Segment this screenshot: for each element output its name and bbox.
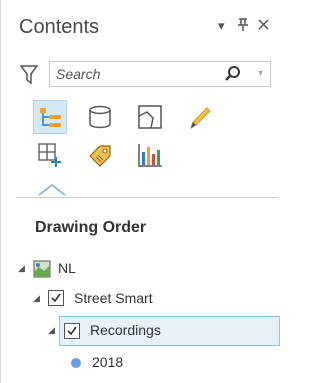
map-icon (33, 260, 51, 283)
list-by-editing-button[interactable] (183, 100, 217, 134)
tree-item-street-smart[interactable]: ◢ Street Smart (1, 284, 280, 314)
search-box[interactable]: ▾ (49, 61, 271, 87)
point-symbol-icon (71, 358, 81, 368)
search-options-icon[interactable]: ▾ (258, 68, 263, 79)
tree-item-label: Recordings (90, 322, 161, 338)
tree-item-label: NL (58, 260, 76, 276)
list-by-selection-icon (138, 105, 162, 129)
list-by-snapping-icon (38, 143, 61, 167)
list-by-labeling-button[interactable] (83, 138, 117, 172)
visibility-checkbox[interactable] (48, 290, 64, 306)
list-by-editing-icon (190, 107, 211, 130)
list-by-labeling-icon (89, 145, 111, 167)
visibility-checkbox[interactable] (64, 323, 80, 339)
list-by-selection-button[interactable] (133, 100, 167, 134)
contents-pane: Contents ▾ ▾ (0, 0, 280, 383)
list-by-drawing-order-button[interactable] (33, 100, 67, 134)
tree-item-map[interactable]: ◢ NL (1, 254, 280, 284)
options-icon[interactable]: ▾ (218, 18, 225, 34)
search-input[interactable] (56, 66, 206, 82)
expand-icon[interactable]: ◢ (33, 293, 40, 304)
tree-item-label: 2018 (92, 354, 124, 370)
list-by-charts-icon (138, 144, 162, 167)
close-icon[interactable] (258, 18, 269, 33)
section-title: Drawing Order (35, 219, 147, 236)
tree-item-2018: 2018 (1, 348, 280, 378)
collapse-toolbar-icon[interactable] (37, 183, 67, 202)
list-by-drawing-order-icon (40, 108, 61, 127)
list-by-snapping-button[interactable] (33, 138, 67, 172)
tree-item-recordings[interactable]: ◢ Recordings (48, 316, 280, 346)
tree-item-label: Street Smart (74, 290, 153, 306)
divider (16, 197, 278, 198)
pin-icon[interactable] (237, 18, 249, 35)
search-icon[interactable] (224, 65, 242, 88)
list-by-data-source-button[interactable] (83, 100, 117, 134)
filter-icon[interactable] (19, 65, 39, 90)
list-by-charts-button[interactable] (133, 138, 167, 172)
pane-title: Contents (19, 16, 100, 38)
pane-header: Contents ▾ (1, 0, 280, 52)
list-by-data-source-icon (89, 105, 111, 129)
expand-icon[interactable]: ◢ (48, 325, 55, 336)
expand-icon[interactable]: ◢ (18, 263, 25, 274)
